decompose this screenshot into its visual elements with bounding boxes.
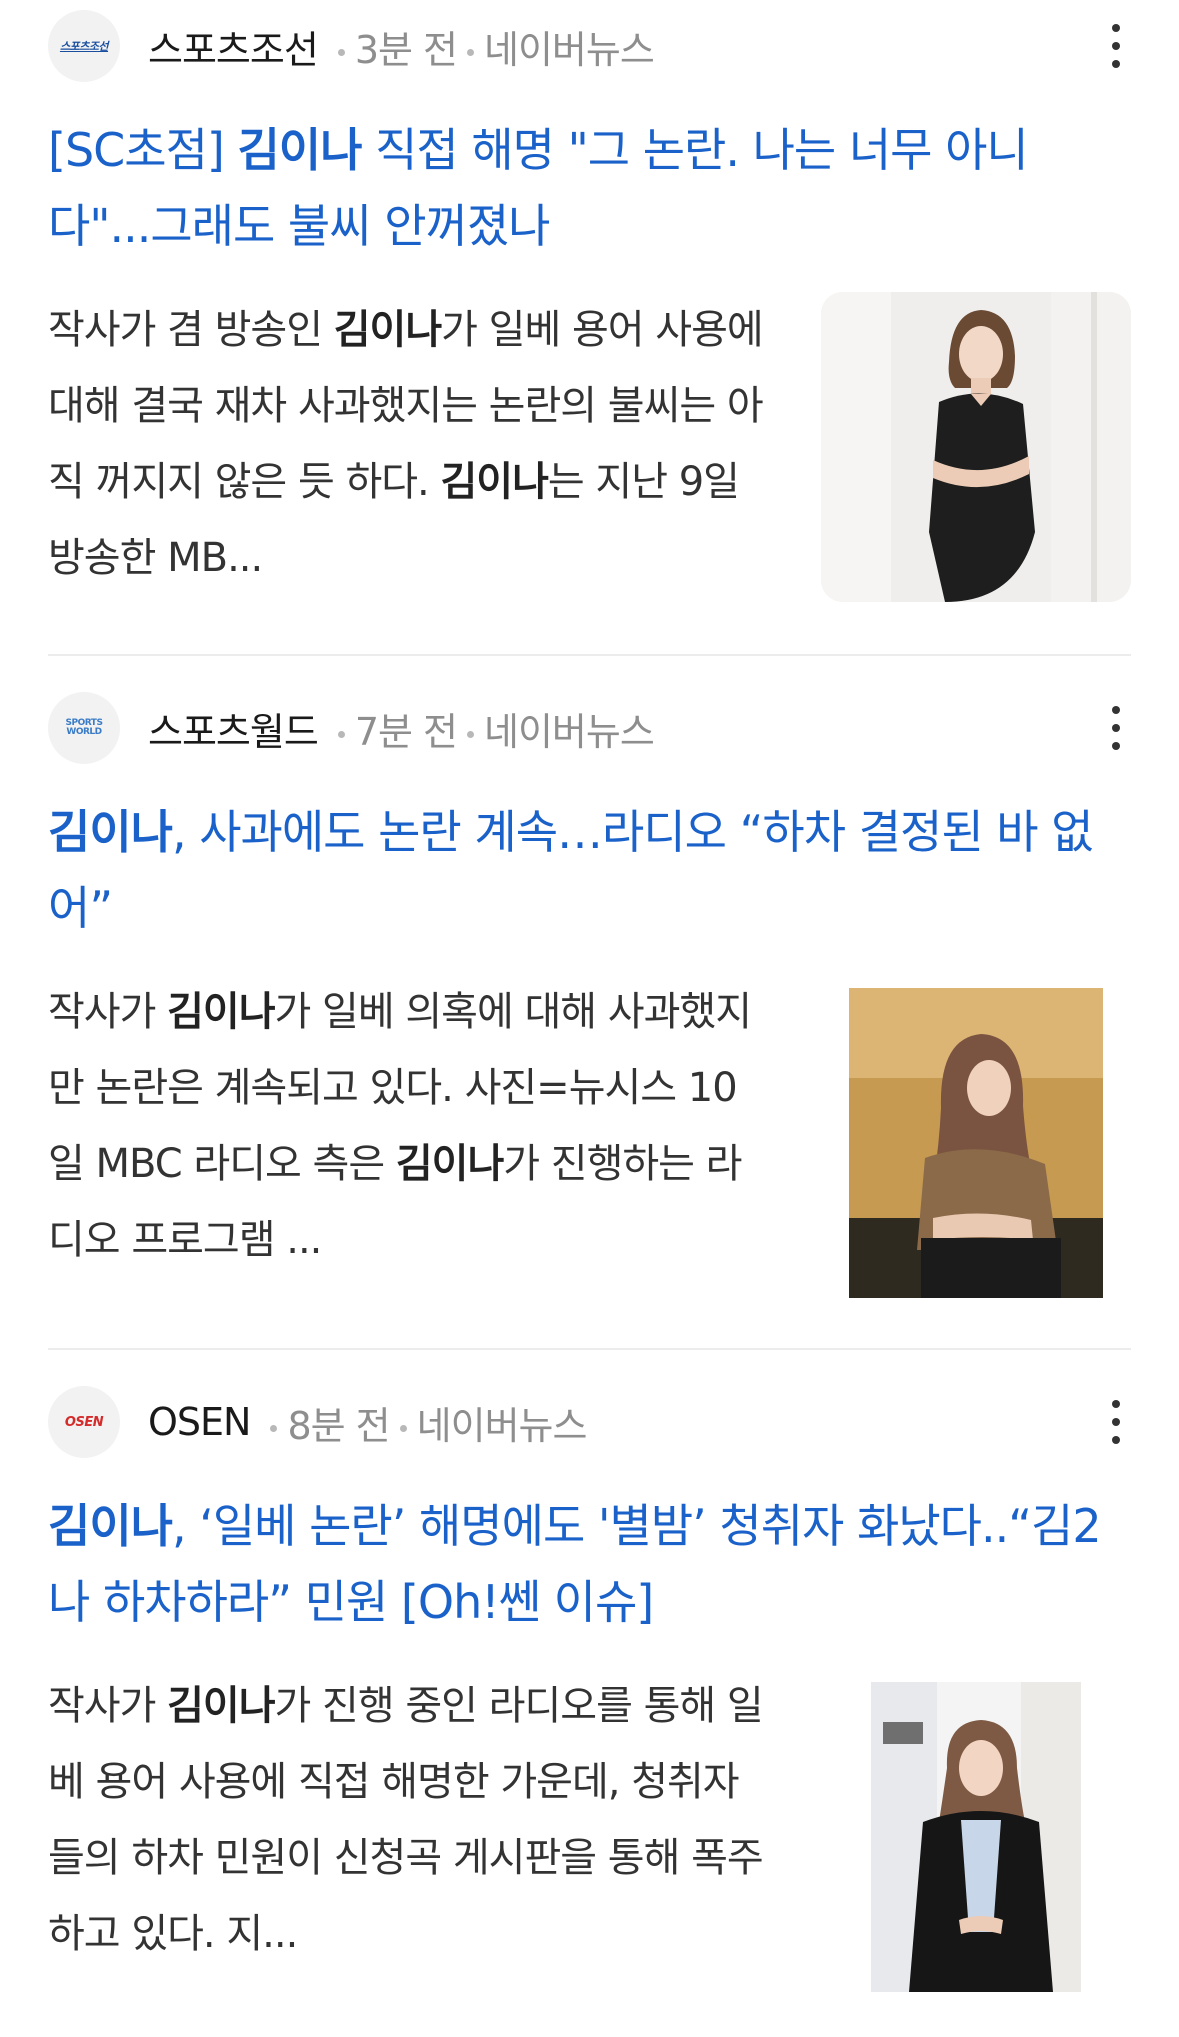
separator-dot xyxy=(399,1424,407,1432)
more-options-icon[interactable] xyxy=(1101,704,1131,752)
article-headline[interactable]: [SC초점] 김이나 직접 해명 "그 논란. 나는 너무 아니다"...그래도… xyxy=(48,112,1108,264)
thumbnail-image xyxy=(821,988,1131,1298)
separator-dot xyxy=(337,48,345,56)
article-meta: 7분 전 네이버뉴스 xyxy=(328,701,655,756)
source-logo: OSEN xyxy=(48,1386,120,1458)
more-options-icon[interactable] xyxy=(1101,1398,1131,1446)
article-meta: 3분 전 네이버뉴스 xyxy=(328,19,655,74)
publish-time: 7분 전 xyxy=(354,709,458,754)
article-thumbnail[interactable] xyxy=(821,292,1131,602)
separator-dot xyxy=(467,48,474,56)
source-row[interactable]: SPORTS WORLD 스포츠월드 7분 전 네이버뉴스 xyxy=(48,690,655,766)
publish-time: 3분 전 xyxy=(354,27,458,72)
separator-dot xyxy=(467,730,474,738)
platform-label: 네이버뉴스 xyxy=(484,27,655,72)
thumbnail-image xyxy=(821,1682,1131,1992)
article-snippet[interactable]: 작사가 김이나가 진행 중인 라디오를 통해 일베 용어 사용에 직접 해명한 … xyxy=(48,1668,768,1972)
separator-dot xyxy=(337,730,345,738)
news-card[interactable]: SPORTS WORLD 스포츠월드 7분 전 네이버뉴스 김이나, 사과에도 논… xyxy=(0,656,1179,1350)
article-snippet[interactable]: 작사가 겸 방송인 김이나가 일베 용어 사용에 대해 결국 재차 사과했지는 … xyxy=(48,292,768,596)
platform-label: 네이버뉴스 xyxy=(484,709,655,754)
thumbnail-image xyxy=(821,292,1131,602)
news-card[interactable]: 스포츠조선 스포츠조선 3분 전 네이버뉴스 [SC초점] 김이나 직접 해명 "… xyxy=(0,0,1179,656)
source-name[interactable]: OSEN xyxy=(148,1400,251,1444)
separator-dot xyxy=(270,1424,278,1432)
article-thumbnail[interactable] xyxy=(821,1682,1131,1992)
news-card[interactable]: OSEN OSEN 8분 전 네이버뉴스 김이나, ‘일베 논란’ 해명에도 '별… xyxy=(0,1350,1179,2037)
source-name[interactable]: 스포츠조선 xyxy=(148,19,319,74)
source-logo: SPORTS WORLD xyxy=(48,692,120,764)
more-options-icon[interactable] xyxy=(1101,22,1131,70)
source-row[interactable]: OSEN OSEN 8분 전 네이버뉴스 xyxy=(48,1384,588,1460)
source-name[interactable]: 스포츠월드 xyxy=(148,701,319,756)
news-feed: 스포츠조선 스포츠조선 3분 전 네이버뉴스 [SC초점] 김이나 직접 해명 "… xyxy=(0,0,1179,2037)
article-headline[interactable]: 김이나, ‘일베 논란’ 해명에도 '별밤’ 청취자 화났다..“김2나 하차하… xyxy=(48,1488,1108,1640)
article-thumbnail[interactable] xyxy=(821,988,1131,1298)
source-logo: 스포츠조선 xyxy=(48,10,120,82)
platform-label: 네이버뉴스 xyxy=(416,1403,588,1448)
source-row[interactable]: 스포츠조선 스포츠조선 3분 전 네이버뉴스 xyxy=(48,8,655,84)
publish-time: 8분 전 xyxy=(287,1403,390,1448)
article-meta: 8분 전 네이버뉴스 xyxy=(260,1395,588,1450)
article-headline[interactable]: 김이나, 사과에도 논란 계속…라디오 “하차 결정된 바 없어” xyxy=(48,794,1108,946)
article-snippet[interactable]: 작사가 김이나가 일베 의혹에 대해 사과했지만 논란은 계속되고 있다. 사진… xyxy=(48,974,768,1278)
